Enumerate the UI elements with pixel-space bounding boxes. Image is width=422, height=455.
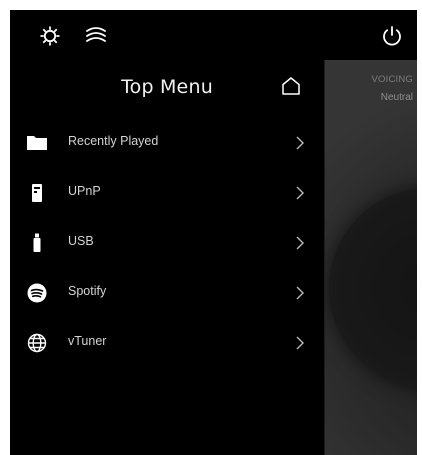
- menu-item-label: UPnP: [68, 184, 101, 198]
- voicing-label: VOICING: [371, 74, 413, 85]
- chevron-right-icon: [295, 335, 305, 351]
- signal-waves-icon[interactable]: [83, 23, 109, 49]
- app-window: Top Menu Recently Played UPnP USB Spotif…: [10, 10, 417, 455]
- speaker-disc-graphic: [329, 188, 417, 388]
- menu-item-spotify[interactable]: Spotify: [10, 272, 324, 312]
- menu-item-label: Spotify: [68, 284, 107, 298]
- home-icon[interactable]: [279, 74, 303, 98]
- now-playing-background: VOICING Neutral: [325, 60, 417, 455]
- voicing-value[interactable]: Neutral: [381, 92, 413, 103]
- menu-item-vtuner[interactable]: vTuner: [10, 322, 324, 362]
- spotify-icon: [26, 282, 48, 304]
- usb-drive-icon: [26, 232, 48, 254]
- chevron-right-icon: [295, 285, 305, 301]
- menu-item-label: Recently Played: [68, 134, 159, 148]
- chevron-right-icon: [295, 235, 305, 251]
- folder-icon: [26, 132, 48, 154]
- globe-icon: [26, 332, 48, 354]
- menu-item-upnp[interactable]: UPnP: [10, 172, 324, 212]
- panel-title: Top Menu: [121, 76, 213, 98]
- menu-item-recently-played[interactable]: Recently Played: [10, 122, 324, 162]
- gear-icon[interactable]: [37, 23, 63, 49]
- menu-item-usb[interactable]: USB: [10, 222, 324, 262]
- power-icon[interactable]: [379, 23, 405, 49]
- chevron-right-icon: [295, 185, 305, 201]
- menu-item-label: USB: [68, 234, 94, 248]
- top-menu-panel: Top Menu Recently Played UPnP USB Spotif…: [10, 60, 325, 455]
- chevron-right-icon: [295, 135, 305, 151]
- top-bar: [10, 10, 417, 60]
- menu-item-label: vTuner: [68, 334, 107, 348]
- media-server-icon: [26, 182, 48, 204]
